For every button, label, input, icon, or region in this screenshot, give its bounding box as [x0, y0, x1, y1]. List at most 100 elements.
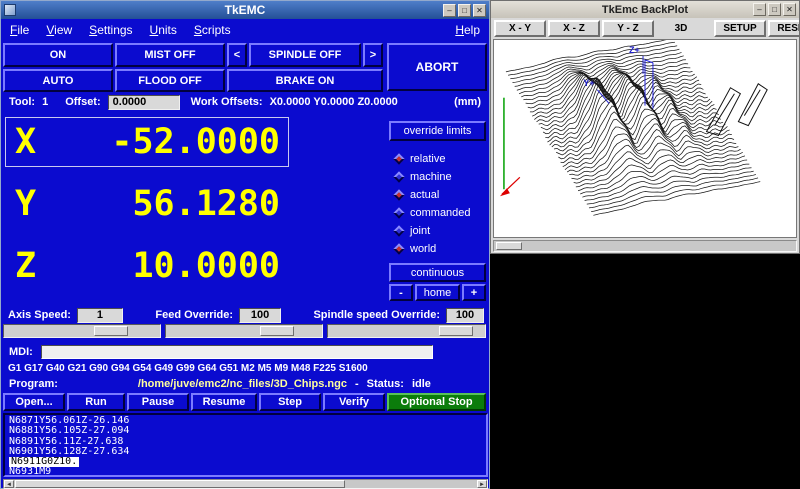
axis-speed-slider[interactable]: [3, 324, 161, 338]
optional-stop-button[interactable]: Optional Stop: [387, 393, 486, 411]
program-hscrollbar[interactable]: ◄ ►: [3, 479, 488, 489]
radio-relative[interactable]: relative: [395, 150, 487, 167]
resume-button[interactable]: Resume: [191, 393, 257, 411]
setup-button[interactable]: SETUP: [714, 20, 766, 37]
dro-axis-z[interactable]: Z 10.0000: [6, 241, 288, 291]
feed-override-slider-thumb[interactable]: [260, 326, 294, 336]
abort-button[interactable]: ABORT: [387, 43, 487, 91]
program-status-row: Program: /home/juve/emc2/nc_files/3D_Chi…: [9, 377, 481, 391]
radio-indicator-icon: [393, 207, 404, 218]
dro-axis-x[interactable]: X -52.0000: [5, 117, 289, 167]
status-label: Status:: [367, 378, 404, 390]
menu-settings[interactable]: Settings: [89, 23, 132, 37]
spindle-slower-button[interactable]: <: [227, 43, 247, 67]
axis-speed-label: Axis Speed:: [8, 309, 71, 321]
axis-x-letter: X: [6, 122, 36, 162]
jog-plus-button[interactable]: +: [462, 284, 486, 301]
axis-z-value: 10.0000: [36, 246, 288, 286]
program-label: Program:: [9, 378, 58, 390]
tab-xz[interactable]: X - Z: [548, 20, 600, 37]
menu-units[interactable]: Units: [150, 23, 177, 37]
spindle-override-field[interactable]: 100: [446, 308, 484, 323]
radio-machine[interactable]: machine: [395, 168, 487, 185]
mode-auto-button[interactable]: AUTO: [3, 69, 113, 92]
menubar: File View Settings Units Scripts Help: [1, 19, 489, 41]
status-separator: -: [355, 378, 359, 390]
reset-button[interactable]: RESET: [768, 20, 799, 37]
home-button[interactable]: home: [415, 284, 460, 301]
tab-yz[interactable]: Y - Z: [602, 20, 654, 37]
tool-offset-field[interactable]: 0.0000: [108, 95, 180, 110]
tool-info-row: Tool: 1 Offset: 0.0000 Work Offsets: X0.…: [9, 94, 481, 110]
feed-override-field[interactable]: 100: [239, 308, 281, 323]
radio-label: relative: [410, 153, 445, 165]
radio-indicator-icon: [393, 243, 404, 254]
radio-actual[interactable]: actual: [395, 186, 487, 203]
tkemc-titlebar[interactable]: TkEMC – □ ✕: [1, 1, 489, 19]
spindle-button[interactable]: SPINDLE OFF: [249, 43, 361, 67]
axis-speed-slider-thumb[interactable]: [94, 326, 128, 336]
radio-joint[interactable]: joint: [395, 222, 487, 239]
minimize-icon[interactable]: –: [753, 3, 766, 16]
jog-minus-button[interactable]: -: [389, 284, 413, 301]
backplot-hscrollbar[interactable]: [493, 240, 797, 252]
tab-3d[interactable]: 3D: [664, 20, 698, 37]
machine-on-button[interactable]: ON: [3, 43, 113, 67]
mdi-row: MDI:: [9, 344, 481, 360]
svg-text:Y+: Y+: [583, 78, 594, 88]
radio-indicator-icon: [393, 171, 404, 182]
program-line: N6901Y56.128Z-27.634: [9, 447, 482, 457]
backplot-tabrow: X - Y X - Z Y - Z 3D SETUP RESET: [491, 18, 799, 38]
override-limits-button[interactable]: override limits: [389, 121, 486, 141]
radio-commanded[interactable]: commanded: [395, 204, 487, 221]
status-value: idle: [412, 378, 431, 390]
radio-indicator-icon: [393, 225, 404, 236]
mdi-input[interactable]: [41, 345, 433, 359]
units-label: (mm): [454, 96, 481, 108]
backplot-canvas[interactable]: Z+Y+: [493, 39, 797, 238]
dro-axis-y[interactable]: Y 56.1280: [6, 179, 288, 229]
run-button[interactable]: Run: [67, 393, 125, 411]
pause-button[interactable]: Pause: [127, 393, 189, 411]
menu-scripts[interactable]: Scripts: [194, 23, 231, 37]
mdi-label: MDI:: [9, 346, 33, 358]
mist-button[interactable]: MIST OFF: [115, 43, 225, 67]
scroll-right-icon[interactable]: ►: [477, 480, 487, 488]
scrollbar-handle[interactable]: [496, 242, 522, 250]
tool-value: 1: [42, 96, 48, 108]
open-button[interactable]: Open...: [3, 393, 65, 411]
flood-button[interactable]: FLOOD OFF: [115, 69, 225, 92]
work-offsets-label: Work Offsets:: [191, 96, 263, 108]
program-listing[interactable]: N6871Y56.061Z-26.146 N6881Y56.105Z-27.09…: [3, 413, 488, 477]
minimize-icon[interactable]: –: [443, 4, 456, 17]
brake-button[interactable]: BRAKE ON: [227, 69, 383, 92]
program-path: /home/juve/emc2/nc_files/3D_Chips.ngc: [138, 378, 347, 390]
radio-world[interactable]: world: [395, 240, 487, 257]
step-button[interactable]: Step: [259, 393, 321, 411]
program-line: N6931M9: [9, 467, 482, 477]
maximize-icon[interactable]: □: [458, 4, 471, 17]
verify-button[interactable]: Verify: [323, 393, 385, 411]
close-icon[interactable]: ✕: [783, 3, 796, 16]
menu-view[interactable]: View: [46, 23, 72, 37]
tab-xy[interactable]: X - Y: [494, 20, 546, 37]
spindle-faster-button[interactable]: >: [363, 43, 383, 67]
override-values-row: Axis Speed: 1 Feed Override: 100 Spindle…: [8, 307, 484, 323]
backplot-titlebar[interactable]: TkEmc BackPlot – □ ✕: [491, 1, 799, 18]
axis-speed-field[interactable]: 1: [77, 308, 123, 323]
window-title: TkEMC: [1, 3, 489, 17]
menu-help[interactable]: Help: [455, 23, 480, 37]
jog-mode-dropdown[interactable]: continuous: [389, 263, 486, 282]
spindle-override-slider-thumb[interactable]: [439, 326, 473, 336]
feed-override-slider[interactable]: [165, 324, 323, 338]
window-menu-icon[interactable]: [4, 4, 16, 16]
maximize-icon[interactable]: □: [768, 3, 781, 16]
spindle-override-label: Spindle speed Override:: [313, 309, 440, 321]
radio-label: joint: [410, 225, 430, 237]
scroll-left-icon[interactable]: ◄: [4, 480, 14, 488]
spindle-override-slider[interactable]: [327, 324, 486, 338]
axis-x-value: -52.0000: [36, 122, 288, 162]
close-icon[interactable]: ✕: [473, 4, 486, 17]
scrollbar-handle[interactable]: [15, 480, 345, 488]
menu-file[interactable]: File: [10, 23, 29, 37]
